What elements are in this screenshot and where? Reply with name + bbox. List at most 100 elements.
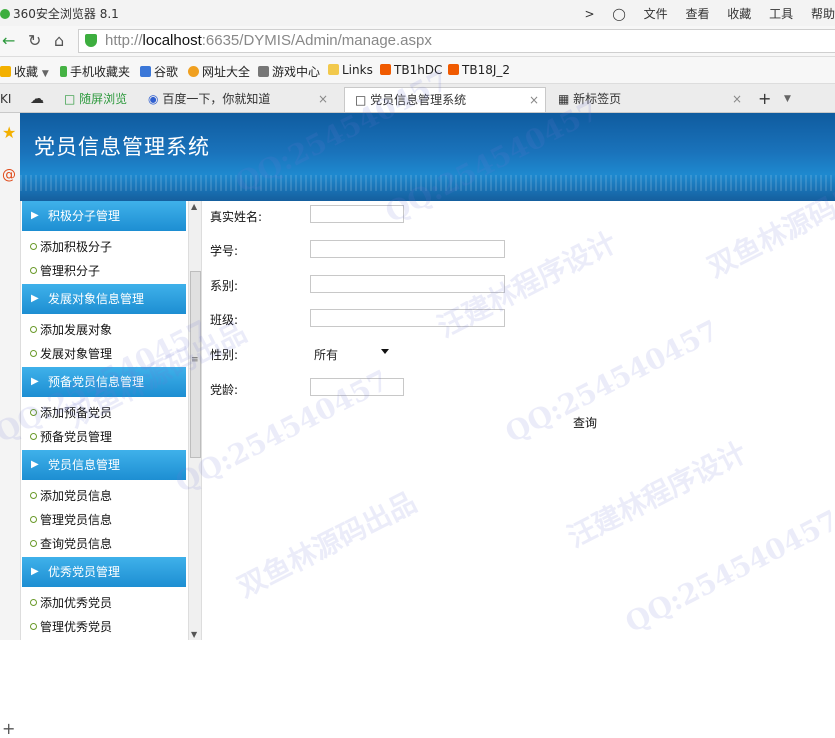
document-icon: □ xyxy=(355,93,367,107)
department-input[interactable] xyxy=(310,275,505,293)
menu-file[interactable]: 文件 xyxy=(644,7,668,21)
refresh-icon[interactable]: ↻ xyxy=(28,31,41,50)
gender-select[interactable]: 所有 xyxy=(310,344,392,362)
section-probationary-members[interactable]: ▶ 预备党员信息管理 xyxy=(22,367,186,397)
bullet-icon xyxy=(30,516,37,523)
home-icon[interactable]: ⌂ xyxy=(54,31,64,50)
favorites-bar: 收藏 ▼ 手机收藏夹 谷歌 网址大全 游戏中心 Links TB1hDC TB1… xyxy=(0,57,835,84)
scroll-up-icon[interactable]: ▲ xyxy=(191,202,197,211)
sidebar-item-add-probationary[interactable]: 添加预备党员 xyxy=(30,404,112,421)
fav-links[interactable]: Links xyxy=(328,63,373,77)
browser-app-title: 360安全浏览器 8.1 xyxy=(0,5,119,22)
sidebar-scrollbar[interactable]: ▲ ≡ ▼ xyxy=(188,201,202,640)
section-development-targets[interactable]: ▶ 发展对象信息管理 xyxy=(22,284,186,314)
baidu-icon: ◉ xyxy=(148,92,159,106)
sidebar-item-manage-activists[interactable]: 管理积分子 xyxy=(30,262,100,279)
watermark-qq: QQ:254540457 xyxy=(500,313,724,450)
google-icon xyxy=(140,66,151,77)
browser-logo-icon xyxy=(0,9,10,19)
gamepad-icon xyxy=(258,66,269,77)
fav-favorites[interactable]: 收藏 ▼ xyxy=(0,63,49,80)
sidebar-item-add-activist[interactable]: 添加积极分子 xyxy=(30,238,112,255)
party-age-label: 党龄: xyxy=(210,383,239,397)
close-icon[interactable]: × xyxy=(732,87,742,111)
bullet-icon xyxy=(30,243,37,250)
class-input[interactable] xyxy=(310,309,505,327)
taobao-icon xyxy=(380,64,391,75)
user-icon[interactable]: ◯ xyxy=(612,7,625,21)
scroll-down-icon[interactable]: ▼ xyxy=(191,630,197,639)
cloud-icon[interactable]: ☁ xyxy=(30,87,50,111)
banner-stripe xyxy=(20,175,835,191)
real-name-label: 真实姓名: xyxy=(210,210,263,224)
tab-screen-browse[interactable]: □ 随屏浏览 xyxy=(64,87,134,111)
fav-tb1[interactable]: TB1hDC xyxy=(380,63,442,77)
sidebar-item-query-members[interactable]: 查询党员信息 xyxy=(30,535,112,552)
sidebar-item-add-target[interactable]: 添加发展对象 xyxy=(30,321,112,338)
page-icon: □ xyxy=(64,92,76,106)
mail-icon[interactable]: @ xyxy=(2,167,16,183)
bullet-icon xyxy=(30,492,37,499)
bullet-icon xyxy=(30,326,37,333)
dropdown-arrow-icon xyxy=(381,349,389,354)
party-age-input[interactable] xyxy=(310,378,404,396)
bullet-icon xyxy=(30,433,37,440)
section-party-members[interactable]: ▶ 党员信息管理 xyxy=(22,450,186,480)
folder-icon xyxy=(328,64,339,75)
tab-new[interactable]: ▦ 新标签页 × xyxy=(558,87,748,111)
section-excellent-members[interactable]: ▶ 优秀党员管理 xyxy=(22,557,186,587)
favorites-star-icon[interactable]: ★ xyxy=(2,123,16,142)
menu-tools[interactable]: 工具 xyxy=(769,7,793,21)
browser-title-bar: 360安全浏览器 8.1 > ◯ 文件 查看 收藏 工具 帮助 xyxy=(0,0,835,26)
bullet-icon xyxy=(30,409,37,416)
gender-label: 性别: xyxy=(210,348,239,362)
watermark-author: 汪建林程序设计 xyxy=(562,435,752,554)
taobao-icon xyxy=(448,64,459,75)
section-activists[interactable]: ▶ 积极分子管理 xyxy=(22,201,186,231)
triangle-icon: ▶ xyxy=(31,210,39,221)
query-button[interactable]: 查询 xyxy=(573,414,597,431)
globe-icon xyxy=(188,66,199,77)
menu-help[interactable]: 帮助 xyxy=(811,7,835,21)
department-label: 系别: xyxy=(210,279,239,293)
close-icon[interactable]: × xyxy=(318,87,328,111)
sidebar-item-add-member[interactable]: 添加党员信息 xyxy=(30,487,112,504)
sidebar-item-manage-probationary[interactable]: 预备党员管理 xyxy=(30,428,112,445)
sidebar-item-manage-members[interactable]: 管理党员信息 xyxy=(30,511,112,528)
menu-view[interactable]: 查看 xyxy=(685,7,709,21)
tab-baidu[interactable]: ◉ 百度一下，你就知道 × xyxy=(148,87,334,111)
url-text: http://localhost:6635/DYMIS/Admin/manage… xyxy=(105,32,432,49)
back-arrow-icon[interactable]: ← xyxy=(2,31,15,50)
triangle-icon: ▶ xyxy=(31,566,39,577)
sidebar-nav: ▶ 积极分子管理 添加积极分子 管理积分子 ▶ 发展对象信息管理 添加发展对象 发展… xyxy=(22,201,186,640)
bullet-icon xyxy=(30,350,37,357)
triangle-icon: ▶ xyxy=(31,376,39,387)
student-id-label: 学号: xyxy=(210,244,239,258)
bullet-icon xyxy=(30,623,37,630)
fav-game-center[interactable]: 游戏中心 xyxy=(258,63,320,80)
fav-tb2[interactable]: TB18J_2 xyxy=(448,63,510,77)
tab-list-chevron-icon[interactable]: ▼ xyxy=(784,87,798,111)
address-bar: ← ↻ ⌂ http://localhost:6635/DYMIS/Admin/… xyxy=(0,26,835,57)
add-icon[interactable]: + xyxy=(2,719,15,738)
grid-icon: ▦ xyxy=(558,92,570,106)
app-title: 党员信息管理系统 xyxy=(34,135,210,159)
grip-icon: ≡ xyxy=(191,355,199,365)
sidebar-item-add-excellent[interactable]: 添加优秀党员 xyxy=(30,594,112,611)
close-icon[interactable]: × xyxy=(529,88,539,112)
fav-google[interactable]: 谷歌 xyxy=(140,63,178,80)
url-input[interactable]: http://localhost:6635/DYMIS/Admin/manage… xyxy=(78,29,835,53)
app-banner: 党员信息管理系统 xyxy=(20,113,835,201)
fav-mobile[interactable]: 手机收藏夹 xyxy=(60,63,130,80)
fav-site-directory[interactable]: 网址大全 xyxy=(188,63,250,80)
phone-icon xyxy=(60,66,67,77)
tab-bar: KI ☁ □ 随屏浏览 ◉ 百度一下，你就知道 × □ 党员信息管理系统 × ▦ 新… xyxy=(0,84,835,113)
sidebar-item-manage-targets[interactable]: 发展对象管理 xyxy=(30,345,112,362)
new-tab-plus-icon[interactable]: + xyxy=(758,87,772,111)
real-name-input[interactable] xyxy=(310,205,404,223)
sidebar-item-manage-excellent[interactable]: 管理优秀党员 xyxy=(30,618,112,635)
tab-party-system[interactable]: □ 党员信息管理系统 × xyxy=(344,87,546,112)
menu-favorites[interactable]: 收藏 xyxy=(727,7,751,21)
student-id-input[interactable] xyxy=(310,240,505,258)
forward-arrow-icon[interactable]: > xyxy=(584,7,594,21)
